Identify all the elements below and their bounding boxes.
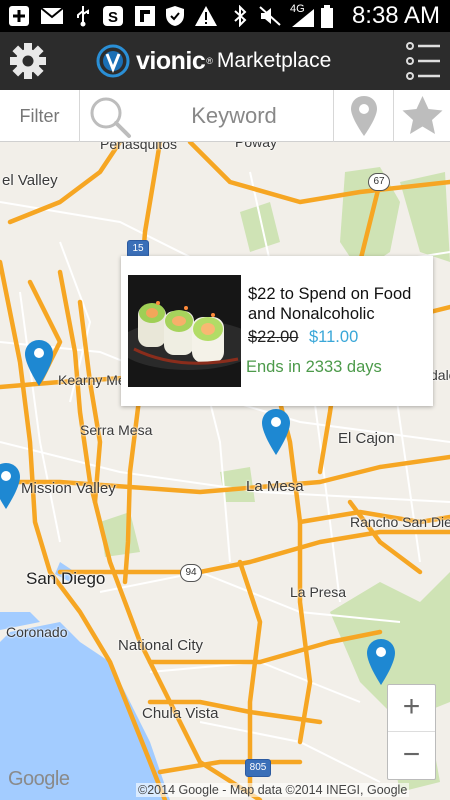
map-label-la-presa: La Presa [290, 584, 347, 600]
deal-pin[interactable] [365, 638, 397, 686]
map-label-el-valley: el Valley [2, 172, 58, 189]
map-label-kearny-mesa: Kearny Me [58, 372, 126, 388]
flipboard-icon [134, 5, 156, 27]
svg-text:S: S [108, 9, 118, 26]
deal-ends-text: Ends in 2333 days [246, 358, 382, 376]
location-pin-icon [351, 96, 377, 136]
deal-price-sale: $11.00 [309, 328, 359, 346]
filter-button[interactable]: Filter [0, 90, 80, 142]
brand-trademark: ® [206, 56, 213, 66]
zoom-out-button[interactable]: − [388, 733, 435, 780]
route-805-shield: 805 [245, 759, 271, 777]
search-bar: Filter [0, 90, 450, 142]
map-label-san-diego: San Diego [26, 569, 106, 588]
menu-button[interactable] [404, 40, 442, 82]
map-label-rancho-san-diego: Rancho San Die [350, 514, 450, 530]
bluetooth-icon [232, 4, 248, 28]
route-94-shield: 94 [180, 564, 202, 582]
mute-icon [258, 5, 282, 27]
deal-pin[interactable] [260, 408, 292, 456]
deal-pin[interactable] [0, 462, 22, 510]
map-label-penasquitos: Penasquitos [100, 142, 178, 152]
app-s-icon: S [102, 5, 124, 27]
brand-name: vionic [136, 46, 206, 75]
brand-logo: vionic ® Marketplace [96, 42, 331, 80]
map-roads [0, 142, 450, 800]
location-button[interactable] [333, 90, 393, 142]
map-label-coronado: Coronado [6, 624, 68, 640]
zoom-controls: + − [387, 684, 436, 780]
plus-icon [8, 5, 30, 27]
map-label-mission-valley: Mission Valley [21, 480, 116, 497]
deal-image [128, 275, 241, 387]
brand-suffix: Marketplace [216, 49, 332, 72]
keyword-input[interactable] [140, 96, 328, 136]
zoom-in-button[interactable]: + [388, 685, 435, 732]
map-view[interactable]: Penasquitos Poway el Valley Kearny Me Se… [0, 142, 450, 800]
map-label-el-cajon: El Cajon [338, 430, 395, 447]
map-label-chula-vista: Chula Vista [142, 705, 219, 722]
star-icon [402, 96, 443, 134]
map-label-poway: Poway [235, 142, 278, 150]
warning-icon [194, 5, 218, 27]
battery-icon [320, 5, 334, 28]
mail-icon [40, 5, 64, 27]
map-label-national-city: National City [118, 637, 204, 654]
google-logo: Google [8, 768, 70, 790]
status-bar: S 4G 8:38 AM [0, 0, 450, 32]
route-67-shield: 67 [368, 173, 390, 191]
deal-title: $22 to Spend on Food and Nonalcoholic [248, 285, 412, 323]
vionic-logo-icon [96, 44, 130, 78]
search-icon[interactable] [88, 95, 132, 139]
favorites-button[interactable] [393, 90, 450, 142]
app-header: vionic ® Marketplace [0, 32, 450, 90]
shield-icon [164, 5, 186, 27]
map-label-serra-mesa: Serra Mesa [80, 422, 153, 438]
deal-popup[interactable]: $22 to Spend on Food and Nonalcoholic $2… [121, 256, 433, 406]
map-attribution[interactable]: ©2014 Google - Map data ©2014 INEGI, Goo… [136, 783, 410, 797]
map-label-edge: dale [430, 367, 450, 383]
usb-icon [74, 5, 92, 27]
clock: 8:38 AM [351, 2, 440, 29]
deal-pin[interactable] [23, 339, 55, 387]
map-label-la-mesa: La Mesa [246, 478, 304, 495]
settings-button[interactable] [6, 39, 50, 83]
signal-icon [290, 8, 316, 30]
list-menu-icon [406, 42, 440, 80]
gear-icon [10, 43, 46, 79]
deal-price-original: $22.00 [248, 328, 299, 346]
